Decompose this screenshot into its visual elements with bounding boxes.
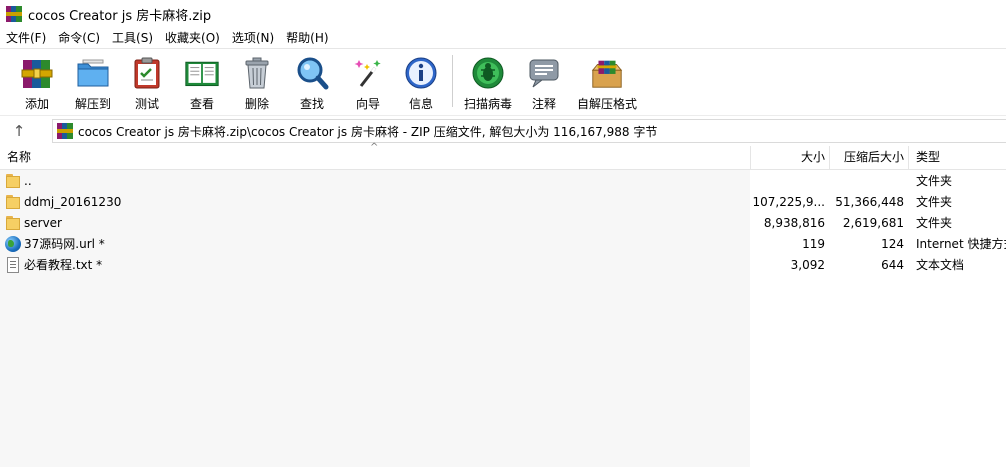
virus-scan-button[interactable]: 扫描病毒 [460,53,516,113]
magic-wand-icon [350,55,386,91]
column-size[interactable]: 大小 [752,146,825,169]
folder-icon [5,194,21,210]
folder-extract-icon [75,55,111,91]
file-type: Internet 快捷方式 [916,237,1006,251]
file-name: ddmj_20161230 [24,195,122,209]
column-packed[interactable]: 压缩后大小 [830,146,904,169]
sort-up-icon: ^ [370,142,379,153]
file-size: 119 [802,237,825,251]
add-label: 添加 [24,97,49,111]
virus-scan-label: 扫描病毒 [463,97,512,111]
path-field[interactable]: cocos Creator js 房卡麻将.zip\cocos Creator … [52,119,1006,143]
file-packed-size: 2,619,681 [842,216,904,230]
menu-help[interactable]: 帮助(H) [280,28,334,48]
delete-label: 删除 [244,97,269,111]
find-label: 查找 [299,97,324,111]
file-size: 8,938,816 [763,216,825,230]
menu-tools[interactable]: 工具(S) [106,28,159,48]
toolbar: 添加 解压到 测试 查看 删除 查找 向导 信息 扫描病毒 注释 自解压格式 [0,48,1006,115]
clipboard-check-icon [129,55,165,91]
file-name: .. [24,174,32,188]
column-name[interactable]: 名称 [7,146,31,169]
delete-button[interactable]: 删除 [237,53,277,113]
wizard-button[interactable]: 向导 [348,53,388,113]
menu-bar: 文件(F) 命令(C) 工具(S) 收藏夹(O) 选项(N) 帮助(H) [0,28,1006,48]
sfx-box-icon [589,55,625,91]
title-bar: cocos Creator js 房卡麻将.zip [0,0,1006,28]
open-book-icon [184,55,220,91]
folder-icon [5,215,21,231]
column-divider[interactable] [750,146,751,169]
add-button[interactable]: 添加 [17,53,57,113]
comment-button[interactable]: 注释 [524,53,564,113]
file-row[interactable]: ddmj_20161230 107,225,9... 51,366,448 文件… [0,192,1006,213]
text-file-icon [7,257,19,273]
menu-file[interactable]: 文件(F) [0,28,52,48]
file-row[interactable]: 必看教程.txt * 3,092 644 文本文档 [0,255,1006,276]
magnifier-icon [294,55,330,91]
virus-scan-icon [470,55,506,91]
file-type: 文本文档 [916,258,965,272]
winrar-app-icon [6,6,22,22]
comment-label: 注释 [531,97,556,111]
file-type: 文件夹 [916,174,953,188]
view-button[interactable]: 查看 [180,53,224,113]
info-label: 信息 [408,97,433,111]
file-name: server [24,216,62,230]
wizard-label: 向导 [355,97,380,111]
trash-can-icon [239,55,275,91]
file-name: 必看教程.txt * [24,258,103,272]
extract-to-label: 解压到 [74,97,111,111]
column-divider[interactable] [908,146,909,169]
column-type[interactable]: 类型 [916,146,940,169]
sfx-button[interactable]: 自解压格式 [577,53,637,113]
comment-icon [526,55,562,91]
up-arrow-button[interactable]: ↑ [8,121,30,141]
sfx-label: 自解压格式 [577,97,638,111]
file-packed-size: 124 [881,237,904,251]
file-row[interactable]: 37源码网.url * 119 124 Internet 快捷方式 [0,234,1006,255]
find-button[interactable]: 查找 [292,53,332,113]
menu-favorites[interactable]: 收藏夹(O) [159,28,226,48]
file-packed-size [830,171,904,192]
globe-icon [5,236,21,252]
info-icon [403,55,439,91]
address-bar: ↑ cocos Creator js 房卡麻将.zip\cocos Creato… [0,115,1006,147]
menu-options[interactable]: 选项(N) [226,28,280,48]
folder-icon [5,173,21,189]
menu-commands[interactable]: 命令(C) [52,28,106,48]
file-type: 文件夹 [916,195,953,209]
file-packed-size: 51,366,448 [835,195,904,209]
file-row[interactable]: .. 文件夹 [0,171,1006,192]
file-list: 名称 ^ 大小 压缩后大小 类型 .. 文件夹 ddmj_20161230 10… [0,142,1006,467]
test-button[interactable]: 测试 [127,53,167,113]
test-label: 测试 [134,97,159,111]
file-size: 107,225,9... [752,195,825,209]
file-size: 3,092 [790,258,825,272]
toolbar-separator [452,55,453,107]
file-packed-size: 644 [881,258,904,272]
path-text: cocos Creator js 房卡麻将.zip\cocos Creator … [78,124,658,139]
window-title: cocos Creator js 房卡麻将.zip [28,8,212,24]
file-name: 37源码网.url * [24,237,105,251]
view-label: 查看 [189,97,214,111]
archive-icon [57,123,73,139]
extract-to-button[interactable]: 解压到 [70,53,116,113]
archive-add-icon [19,55,55,91]
column-header: 名称 ^ 大小 压缩后大小 类型 [0,142,1006,170]
info-button[interactable]: 信息 [401,53,441,113]
file-type: 文件夹 [916,216,953,230]
file-size [752,171,825,192]
file-row[interactable]: server 8,938,816 2,619,681 文件夹 [0,213,1006,234]
